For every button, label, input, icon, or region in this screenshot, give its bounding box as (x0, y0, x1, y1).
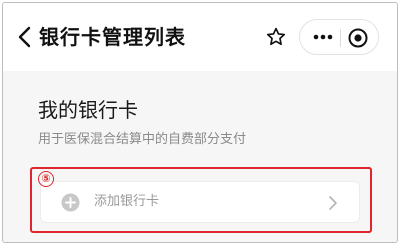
phone-screen: 银行卡管理列表 我的银行卡 用于医保混合结算中的自费部分支付 添加银行卡 ⑤ (2, 2, 398, 243)
target-icon[interactable] (347, 27, 369, 49)
more-icon[interactable] (310, 28, 336, 46)
section-title: 我的银行卡 (38, 98, 138, 122)
star-icon[interactable] (265, 26, 287, 48)
back-arrow-icon[interactable] (15, 25, 35, 49)
annotation-step-number: ⑤ (38, 171, 54, 187)
add-card-label: 添加银行卡 (94, 194, 160, 209)
chevron-right-icon (329, 196, 337, 210)
mini-program-capsule (299, 19, 379, 55)
navigation-bar: 银行卡管理列表 (3, 3, 397, 71)
plus-circle-icon (61, 193, 80, 212)
section-subtitle: 用于医保混合结算中的自费部分支付 (38, 132, 247, 147)
capsule-divider (340, 29, 341, 47)
add-bank-card-button[interactable]: 添加银行卡 (40, 181, 360, 223)
page-title: 银行卡管理列表 (39, 25, 186, 49)
